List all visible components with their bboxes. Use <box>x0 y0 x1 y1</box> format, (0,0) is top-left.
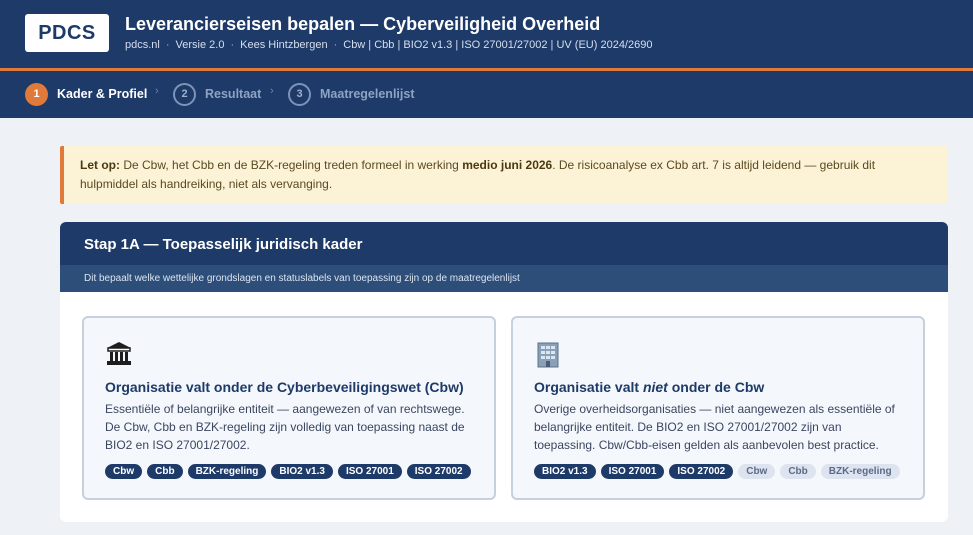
tag-cbb: Cbb <box>780 464 816 479</box>
step-resultaat[interactable]: 2 Resultaat <box>173 82 261 106</box>
tag-iso27002: ISO 27002 <box>669 464 734 479</box>
meta-frameworks: Cbw | Cbb | BIO2 v1.3 | ISO 27001/27002 … <box>343 39 653 51</box>
option-title-emphasis: niet <box>642 379 668 395</box>
step-kader-profiel[interactable]: 1 Kader & Profiel <box>25 82 147 106</box>
tag-list: BIO2 v1.3 ISO 27001 ISO 27002 Cbw Cbb BZ… <box>534 464 902 479</box>
meta-version: Versie 2.0 <box>175 39 225 51</box>
tag-list: Cbw Cbb BZK-regeling BIO2 v1.3 ISO 27001… <box>105 464 473 479</box>
tag-bio2: BIO2 v1.3 <box>271 464 333 479</box>
meta-separator: · <box>165 39 170 51</box>
section-subtitle: Dit bepaalt welke wettelijke grondslagen… <box>60 265 948 292</box>
meta-author: Kees Hintzbergen <box>240 39 328 51</box>
meta-separator: · <box>230 39 235 51</box>
meta-site[interactable]: pdcs.nl <box>125 39 160 51</box>
tag-cbw: Cbw <box>105 464 143 479</box>
office-building-icon <box>534 340 902 372</box>
tag-bio2: BIO2 v1.3 <box>534 464 596 479</box>
step-label: Resultaat <box>205 87 262 101</box>
tag-bzk-regeling: BZK-regeling <box>820 464 900 479</box>
step-label: Kader & Profiel <box>57 87 148 101</box>
step-navigation: 1 Kader & Profiel › 2 Resultaat › 3 Maat… <box>0 71 973 118</box>
option-title: Organisatie valt onder de Cyberbeveiligi… <box>105 379 464 395</box>
section-title: Stap 1A — Toepasselijk juridisch kader <box>60 222 948 265</box>
notice-text: De Cbw, het Cbb en de BZK-regeling trede… <box>120 158 463 172</box>
option-title-part: Organisatie valt <box>534 379 643 395</box>
chevron-right-icon: › <box>155 85 159 97</box>
option-title-part: onder de Cbw <box>667 379 765 395</box>
option-cbw-applies[interactable]: Organisatie valt onder de Cyberbeveiligi… <box>82 316 496 500</box>
tag-cbb: Cbb <box>147 464 183 479</box>
step-maatregelenlijst[interactable]: 3 Maatregelenlijst <box>288 82 414 106</box>
header-meta: pdcs.nl · Versie 2.0 · Kees Hintzbergen · Cbw … <box>125 39 652 51</box>
app-header: PDCS Leverancierseisen bepalen — Cyberve… <box>0 0 973 68</box>
warning-notice: Let op: De Cbw, het Cbb en de BZK-regeli… <box>60 146 948 204</box>
step-1a-card: Stap 1A — Toepasselijk juridisch kader D… <box>60 222 948 522</box>
step-number: 1 <box>25 82 48 106</box>
tag-iso27001: ISO 27001 <box>600 464 665 479</box>
government-building-icon <box>105 340 473 372</box>
page-title: Leverancierseisen bepalen — Cyberveiligh… <box>125 14 601 34</box>
tag-cbw: Cbw <box>738 464 776 479</box>
chevron-right-icon: › <box>270 85 274 97</box>
notice-date: medio juni 2026 <box>462 158 553 172</box>
pdcs-logo[interactable]: PDCS <box>25 14 109 52</box>
step-number: 3 <box>288 82 311 106</box>
option-cbw-not-applies[interactable]: Organisatie valt niet onder de Cbw Overi… <box>511 316 925 500</box>
tag-iso27002: ISO 27002 <box>406 464 471 479</box>
step-label: Maatregelenlijst <box>320 87 415 101</box>
option-description: Overige overheidsorganisaties — niet aan… <box>534 402 895 452</box>
meta-separator: · <box>333 39 338 51</box>
notice-prefix: Let op: <box>80 158 120 172</box>
step-number: 2 <box>173 82 196 106</box>
option-description: Essentiële of belangrijke entiteit — aan… <box>105 402 465 452</box>
tag-iso27001: ISO 27001 <box>337 464 402 479</box>
tag-bzk-regeling: BZK-regeling <box>187 464 267 479</box>
option-title: Organisatie valt niet onder de Cbw <box>534 379 902 395</box>
